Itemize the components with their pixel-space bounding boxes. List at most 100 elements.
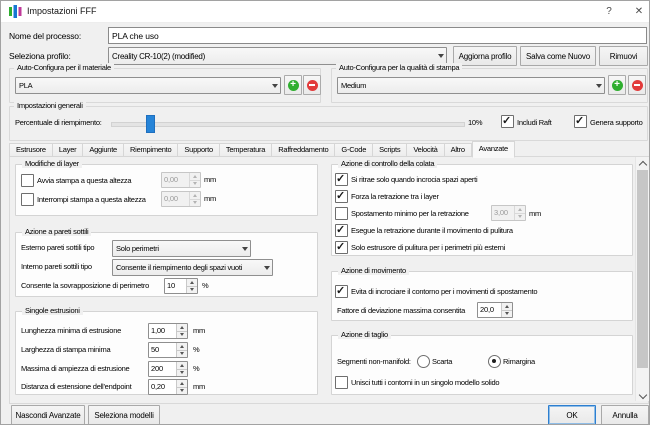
single-extrusions-title: Singole estrusioni	[22, 306, 83, 315]
tab-raffreddamento[interactable]: Raffreddamento	[272, 143, 335, 157]
material-value: PLA	[16, 81, 270, 90]
non-manifold-discard-radio[interactable]	[417, 355, 430, 368]
spin-up-icon[interactable]	[515, 206, 525, 214]
start-height-checkbox[interactable]	[21, 174, 34, 187]
spin-up-icon[interactable]	[177, 380, 187, 388]
spin-up-icon[interactable]	[502, 303, 512, 311]
infill-slider-track[interactable]	[111, 122, 465, 127]
spin-up-icon[interactable]	[177, 362, 187, 370]
hide-advanced-button[interactable]: Nascondi Avanzate	[11, 405, 85, 425]
tab-velocita[interactable]: Velocità	[407, 143, 444, 157]
spin-down-icon[interactable]	[190, 181, 200, 188]
avoid-crossing-outline-checkbox[interactable]	[335, 285, 348, 298]
external-thin-wall-select[interactable]: Solo perimetri	[112, 240, 251, 257]
spin-down-icon[interactable]	[177, 388, 187, 395]
remove-profile-button[interactable]: Rimuovi	[599, 46, 648, 66]
start-height-unit: mm	[204, 175, 216, 184]
tab-riempimento[interactable]: Riempimento	[124, 143, 178, 157]
force-retraction-label: Forza la retrazione tra i layer	[351, 192, 439, 201]
panel-scrollbar[interactable]	[635, 157, 649, 401]
stop-height-unit: mm	[204, 194, 216, 203]
process-name-input[interactable]	[108, 27, 647, 44]
max-deviation-label: Fattore di deviazione massima consentita	[337, 306, 465, 315]
dropdown-arrow-icon	[270, 84, 280, 88]
profile-value: Creality CR-10(2) (modified)	[109, 52, 436, 61]
spin-down-icon[interactable]	[515, 214, 525, 221]
general-settings-title: Impostazioni generali	[14, 101, 86, 110]
ok-button[interactable]: OK	[548, 405, 596, 425]
tab-scripts[interactable]: Scripts	[373, 143, 407, 157]
material-remove-button[interactable]	[303, 75, 321, 95]
spin-up-icon[interactable]	[187, 279, 197, 287]
spin-up-icon[interactable]	[190, 173, 200, 181]
cancel-button[interactable]: Annulla	[601, 405, 649, 425]
tab-estrusore[interactable]: Estrusore	[9, 143, 53, 157]
help-button[interactable]: ?	[595, 1, 623, 22]
min-travel-retraction-input[interactable]: 3,00	[491, 205, 526, 221]
start-height-input[interactable]: 0,00	[161, 172, 201, 188]
tab-altro[interactable]: Altro	[445, 143, 472, 157]
tab-aggiunte[interactable]: Aggiunte	[83, 143, 124, 157]
spinner-buttons	[514, 206, 525, 220]
merge-outlines-checkbox[interactable]	[335, 376, 348, 389]
remove-icon	[632, 80, 643, 91]
non-manifold-heal-radio[interactable]	[488, 355, 501, 368]
tab-avanzate[interactable]: Avanzate	[472, 141, 515, 158]
spin-down-icon[interactable]	[502, 311, 512, 318]
quality-add-button[interactable]: +	[608, 75, 626, 95]
merge-outlines-label: Unisci tutti i contorni in un singolo mo…	[351, 378, 499, 387]
infill-slider-handle[interactable]	[146, 115, 155, 133]
max-extrusion-width-input[interactable]: 200	[148, 361, 188, 377]
update-profile-button[interactable]: Aggiorna profilo	[453, 46, 517, 66]
min-travel-retraction-label: Spostamento minimo per la retrazione	[351, 209, 469, 218]
select-models-button[interactable]: Seleziona modelli	[88, 405, 160, 425]
wipe-outer-perimeter-checkbox[interactable]	[335, 241, 348, 254]
scrollbar-thumb[interactable]	[637, 170, 648, 368]
quality-select[interactable]: Medium	[337, 77, 605, 94]
include-raft-checkbox[interactable]	[501, 115, 514, 128]
tab-gcode[interactable]: G-Code	[335, 143, 373, 157]
close-button[interactable]: ✕	[625, 1, 650, 22]
tab-temperatura[interactable]: Temperatura	[220, 143, 272, 157]
endpoint-extension-input[interactable]: 0,20	[148, 379, 188, 395]
spin-up-icon[interactable]	[177, 343, 187, 351]
spin-down-icon[interactable]	[177, 351, 187, 358]
scroll-down-icon[interactable]	[636, 389, 649, 401]
material-select[interactable]: PLA	[15, 77, 281, 94]
min-travel-retraction-checkbox[interactable]	[335, 207, 348, 220]
settings-tab-bar: Estrusore Layer Aggiunte Riempimento Sup…	[9, 142, 515, 157]
spin-down-icon[interactable]	[177, 332, 187, 339]
internal-thin-wall-label: Interno pareti sottili tipo	[21, 262, 92, 271]
min-extrusion-length-input[interactable]: 1,00	[148, 323, 188, 339]
quality-remove-button[interactable]	[628, 75, 646, 95]
include-raft-label: Includi Raft	[517, 118, 552, 127]
spinner-buttons	[186, 279, 197, 293]
material-add-button[interactable]: +	[284, 75, 302, 95]
spinner-buttons	[501, 303, 512, 317]
force-retraction-checkbox[interactable]	[335, 190, 348, 203]
spin-down-icon[interactable]	[190, 200, 200, 207]
spin-down-icon[interactable]	[187, 287, 197, 294]
dropdown-arrow-icon	[436, 54, 446, 58]
stop-height-input[interactable]: 0,00	[161, 191, 201, 207]
min-print-width-unit: %	[193, 345, 199, 354]
spin-up-icon[interactable]	[177, 324, 187, 332]
retract-open-spaces-checkbox[interactable]	[335, 173, 348, 186]
generate-support-checkbox[interactable]	[574, 115, 587, 128]
save-as-new-button[interactable]: Salva come Nuovo	[520, 46, 596, 66]
internal-thin-wall-select[interactable]: Consente il riempimento degli spazi vuot…	[112, 259, 273, 276]
perimeter-overlap-input[interactable]: 10	[164, 278, 198, 294]
max-deviation-input[interactable]: 20,0	[477, 302, 513, 318]
min-print-width-input[interactable]: 50	[148, 342, 188, 358]
stop-height-checkbox[interactable]	[21, 193, 34, 206]
wipe-retraction-checkbox[interactable]	[335, 224, 348, 237]
min-extrusion-length-label: Lunghezza minima di estrusione	[21, 326, 121, 335]
perimeter-overlap-value: 10	[165, 279, 186, 293]
tab-supporto[interactable]: Supporto	[178, 143, 219, 157]
spinner-buttons	[176, 380, 187, 394]
tab-layer[interactable]: Layer	[53, 143, 84, 157]
spin-up-icon[interactable]	[190, 192, 200, 200]
spin-down-icon[interactable]	[177, 370, 187, 377]
scroll-up-icon[interactable]	[636, 157, 649, 169]
process-name-label: Nome del processo:	[9, 31, 81, 41]
